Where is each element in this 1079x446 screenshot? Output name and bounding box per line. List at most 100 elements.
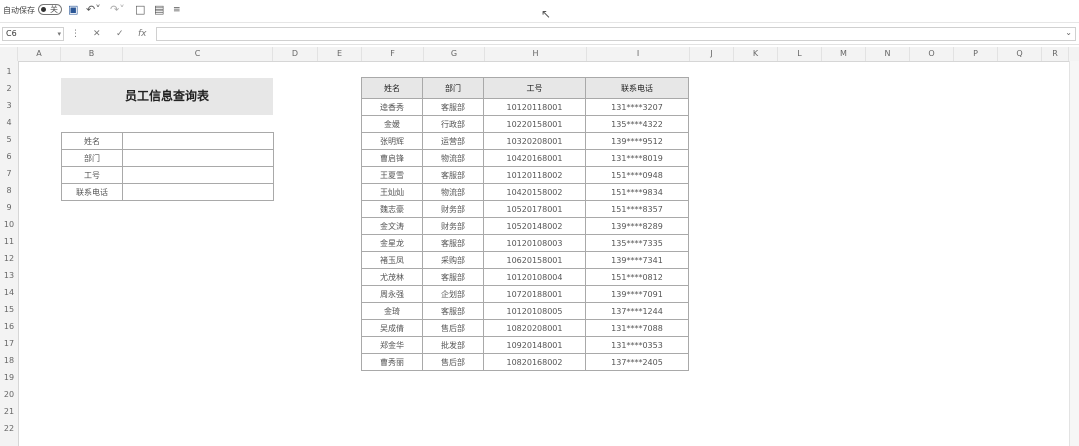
table-cell[interactable]: 137****2405 — [585, 353, 689, 371]
column-header[interactable]: E — [318, 47, 362, 61]
table-cell[interactable]: 售后部 — [422, 319, 484, 337]
column-header[interactable]: C — [123, 47, 273, 61]
table-cell[interactable]: 吴成倩 — [361, 319, 423, 337]
row-header[interactable]: 1 — [0, 63, 18, 80]
table-cell[interactable]: 财务部 — [422, 217, 484, 235]
row-header[interactable]: 7 — [0, 165, 18, 182]
table-cell[interactable]: 周永强 — [361, 285, 423, 303]
table-cell[interactable]: 10820168002 — [483, 353, 586, 371]
column-header[interactable]: Q — [998, 47, 1042, 61]
column-header[interactable]: L — [778, 47, 822, 61]
table-cell[interactable]: 金星龙 — [361, 234, 423, 252]
column-header[interactable]: K — [734, 47, 778, 61]
column-header[interactable]: H — [485, 47, 587, 61]
print-preview-icon[interactable]: ▤ — [154, 3, 164, 16]
table-cell[interactable]: 131****7088 — [585, 319, 689, 337]
table-cell[interactable]: 魏志豪 — [361, 200, 423, 218]
row-header[interactable]: 15 — [0, 301, 18, 318]
row-header[interactable]: 8 — [0, 182, 18, 199]
table-cell[interactable]: 131****0353 — [585, 336, 689, 354]
table-cell[interactable]: 王夏雪 — [361, 166, 423, 184]
column-header[interactable]: N — [866, 47, 910, 61]
query-input-id[interactable] — [122, 166, 274, 184]
table-cell[interactable]: 10520148002 — [483, 217, 586, 235]
table-cell[interactable]: 售后部 — [422, 353, 484, 371]
table-cell[interactable]: 139****8289 — [585, 217, 689, 235]
insert-function-icon[interactable]: fx — [138, 29, 147, 39]
row-header[interactable]: 5 — [0, 131, 18, 148]
table-cell[interactable]: 运营部 — [422, 132, 484, 150]
table-cell[interactable]: 张明辉 — [361, 132, 423, 150]
table-cell[interactable]: 行政部 — [422, 115, 484, 133]
new-file-icon[interactable]: □ — [135, 3, 145, 16]
customize-icon[interactable]: ≡ — [173, 5, 181, 15]
table-cell[interactable]: 10920148001 — [483, 336, 586, 354]
table-cell[interactable]: 物流部 — [422, 149, 484, 167]
table-cell[interactable]: 10120108004 — [483, 268, 586, 286]
table-cell[interactable]: 10620158001 — [483, 251, 586, 269]
table-cell[interactable]: 10220158001 — [483, 115, 586, 133]
column-header[interactable]: O — [910, 47, 954, 61]
table-cell[interactable]: 客服部 — [422, 302, 484, 320]
enter-icon[interactable]: ✓ — [116, 29, 124, 39]
table-cell[interactable]: 151****0948 — [585, 166, 689, 184]
table-cell[interactable]: 151****9834 — [585, 183, 689, 201]
table-cell[interactable]: 尤茂林 — [361, 268, 423, 286]
table-cell[interactable]: 139****7341 — [585, 251, 689, 269]
table-cell[interactable]: 10520178001 — [483, 200, 586, 218]
table-cell[interactable]: 金琦 — [361, 302, 423, 320]
query-input-department[interactable] — [122, 149, 274, 167]
row-header[interactable]: 4 — [0, 114, 18, 131]
column-header[interactable]: P — [954, 47, 998, 61]
column-header[interactable]: I — [587, 47, 690, 61]
table-cell[interactable]: 139****9512 — [585, 132, 689, 150]
table-cell[interactable]: 批发部 — [422, 336, 484, 354]
table-cell[interactable]: 企划部 — [422, 285, 484, 303]
save-icon[interactable]: ▣ — [68, 3, 78, 16]
table-cell[interactable]: 10820208001 — [483, 319, 586, 337]
query-form-title[interactable]: 员工信息查询表 — [61, 78, 273, 115]
table-cell[interactable]: 10120108005 — [483, 302, 586, 320]
row-header[interactable]: 14 — [0, 284, 18, 301]
table-cell[interactable]: 采购部 — [422, 251, 484, 269]
table-cell[interactable]: 10420158002 — [483, 183, 586, 201]
column-header[interactable]: A — [18, 47, 61, 61]
name-box[interactable]: C6 ▾ — [2, 27, 64, 41]
table-cell[interactable]: 客服部 — [422, 166, 484, 184]
row-header[interactable]: 13 — [0, 267, 18, 284]
query-label-phone[interactable]: 联系电话 — [61, 183, 123, 201]
column-header[interactable]: M — [822, 47, 866, 61]
table-cell[interactable]: 151****8357 — [585, 200, 689, 218]
row-header[interactable]: 22 — [0, 420, 18, 437]
table-cell[interactable]: 10120118002 — [483, 166, 586, 184]
table-cell[interactable]: 曹启锋 — [361, 149, 423, 167]
row-header[interactable]: 12 — [0, 250, 18, 267]
table-cell[interactable]: 135****4322 — [585, 115, 689, 133]
formula-input[interactable]: ⌄ — [156, 27, 1076, 41]
table-cell[interactable]: 10120108003 — [483, 234, 586, 252]
row-header[interactable]: 9 — [0, 199, 18, 216]
row-header[interactable]: 19 — [0, 369, 18, 386]
table-cell[interactable]: 10120118001 — [483, 98, 586, 116]
query-input-name[interactable] — [122, 132, 274, 150]
column-header[interactable]: B — [61, 47, 123, 61]
row-header[interactable]: 16 — [0, 318, 18, 335]
undo-icon[interactable]: ↶˅ — [86, 3, 101, 16]
table-cell[interactable]: 客服部 — [422, 268, 484, 286]
autosave-toggle[interactable]: 关 — [38, 4, 62, 15]
table-cell[interactable]: 财务部 — [422, 200, 484, 218]
column-header-phone[interactable]: 联系电话 — [585, 77, 689, 99]
table-cell[interactable]: 135****7335 — [585, 234, 689, 252]
table-cell[interactable]: 10420168001 — [483, 149, 586, 167]
table-cell[interactable]: 王灿灿 — [361, 183, 423, 201]
table-cell[interactable]: 131****3207 — [585, 98, 689, 116]
redo-icon[interactable]: ↷˅ — [110, 3, 125, 16]
table-cell[interactable]: 客服部 — [422, 98, 484, 116]
table-cell[interactable]: 曹秀丽 — [361, 353, 423, 371]
column-header[interactable]: R — [1042, 47, 1069, 61]
cancel-icon[interactable]: ✕ — [93, 29, 101, 39]
column-header-name[interactable]: 姓名 — [361, 77, 423, 99]
query-label-name[interactable]: 姓名 — [61, 132, 123, 150]
column-header[interactable]: G — [424, 47, 485, 61]
table-cell[interactable]: 郑金华 — [361, 336, 423, 354]
